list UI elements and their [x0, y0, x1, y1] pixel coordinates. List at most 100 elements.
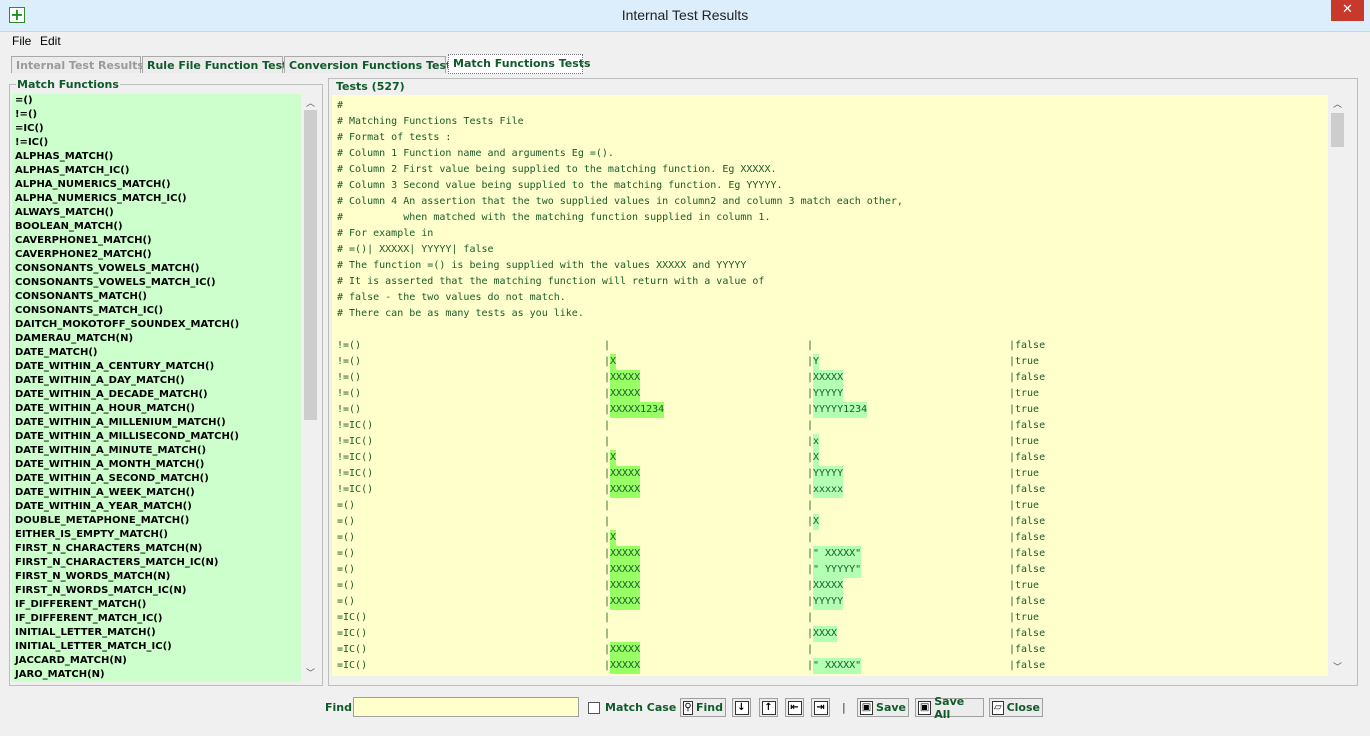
list-item[interactable]: INITIAL_LETTER_MATCH()	[12, 626, 301, 640]
list-item[interactable]: ALPHA_NUMERICS_MATCH()	[12, 178, 301, 192]
list-item[interactable]: BOOLEAN_MATCH()	[12, 220, 301, 234]
test-assertion: false	[1015, 340, 1046, 351]
list-item[interactable]: ALPHAS_MATCH()	[12, 150, 301, 164]
test-assertion: true	[1015, 500, 1040, 511]
list-item[interactable]: EITHER_IS_EMPTY_MATCH()	[12, 528, 301, 542]
test-assertion: true	[1015, 388, 1040, 399]
column-separator: |	[807, 532, 814, 543]
match-functions-list[interactable]: =() !=() =IC() !=IC() ALPHAS_MATCH() ALPHAS_M…	[12, 94, 301, 682]
column-separator: |	[807, 644, 814, 655]
list-item[interactable]: FIRST_N_WORDS_MATCH_IC(N)	[12, 584, 301, 598]
left-scroll-thumb[interactable]	[304, 110, 317, 420]
title-bar: + Internal Test Results ✕	[0, 0, 1370, 32]
column-separator: |	[604, 436, 611, 447]
list-item[interactable]: DATE_WITHIN_A_CENTURY_MATCH()	[12, 360, 301, 374]
list-item[interactable]: DATE_WITHIN_A_SECOND_MATCH()	[12, 472, 301, 486]
scroll-up-icon[interactable]: ︿	[1331, 97, 1344, 110]
list-item[interactable]: ALWAYS_MATCH()	[12, 206, 301, 220]
close-window-button[interactable]: ✕	[1331, 0, 1364, 21]
list-item[interactable]: CONSONANTS_VOWELS_MATCH()	[12, 262, 301, 276]
go-left-button[interactable]: ⇤	[785, 698, 804, 717]
list-item[interactable]: DATE_MATCH()	[12, 346, 301, 360]
test-function: =()	[337, 564, 356, 575]
find-input[interactable]	[353, 697, 579, 717]
scroll-up-icon[interactable]: ︿	[304, 96, 317, 109]
list-item[interactable]: FIRST_N_CHARACTERS_MATCH(N)	[12, 542, 301, 556]
save-all-button[interactable]: ▣ Save All	[915, 695, 984, 721]
list-item[interactable]: =IC()	[12, 122, 301, 136]
list-item[interactable]: DATE_WITHIN_A_DECADE_MATCH()	[12, 388, 301, 402]
comment-line: # Column 2 First value being supplied to…	[337, 164, 777, 175]
list-item[interactable]: FIRST_N_CHARACTERS_MATCH_IC(N)	[12, 556, 301, 570]
test-assertion: false	[1015, 484, 1046, 495]
list-item[interactable]: CONSONANTS_MATCH_IC()	[12, 304, 301, 318]
test-function: =IC()	[337, 628, 368, 639]
list-item[interactable]: DATE_WITHIN_A_WEEK_MATCH()	[12, 486, 301, 500]
left-scrollbar[interactable]: ︿ ﹀	[302, 94, 319, 682]
test-assertion: false	[1015, 532, 1046, 543]
menu-file[interactable]: File	[12, 34, 31, 48]
comment-line: # Column 4 An assertion that the two sup…	[337, 196, 903, 207]
list-item[interactable]: CONSONANTS_VOWELS_MATCH_IC()	[12, 276, 301, 290]
test-value-1: XXXXX	[610, 594, 641, 610]
close-button[interactable]: ▱ Close	[989, 698, 1043, 717]
test-value-1: XXXXX	[610, 546, 641, 562]
test-function: =()	[337, 596, 356, 607]
list-item[interactable]: DAMERAU_MATCH(N)	[12, 332, 301, 346]
list-item[interactable]: DATE_WITHIN_A_MILLENIUM_MATCH()	[12, 416, 301, 430]
arrow-left-icon: ⇤	[787, 700, 802, 715]
test-value-2: X	[813, 514, 820, 530]
column-separator: |	[604, 516, 611, 527]
list-item[interactable]: DATE_WITHIN_A_MONTH_MATCH()	[12, 458, 301, 472]
test-assertion: false	[1015, 644, 1046, 655]
list-item[interactable]: !=()	[12, 108, 301, 122]
list-item[interactable]: FIRST_N_WORDS_MATCH(N)	[12, 570, 301, 584]
match-case-checkbox[interactable]	[588, 702, 600, 714]
list-item[interactable]: JACCARD_MATCH(N)	[12, 654, 301, 668]
list-item[interactable]: CAVERPHONE2_MATCH()	[12, 248, 301, 262]
match-functions-title: Match Functions	[16, 78, 120, 91]
list-item[interactable]: !=IC()	[12, 136, 301, 150]
test-value-1: XXXXX	[610, 370, 641, 386]
list-item[interactable]: DATE_WITHIN_A_DAY_MATCH()	[12, 374, 301, 388]
go-right-button[interactable]: ⇥	[811, 698, 830, 717]
save-button-label: Save	[876, 701, 906, 714]
test-value-1: XXXXX	[610, 642, 641, 658]
list-item[interactable]: INITIAL_LETTER_MATCH_IC()	[12, 640, 301, 654]
list-item[interactable]: DATE_WITHIN_A_MINUTE_MATCH()	[12, 444, 301, 458]
save-all-button-label: Save All	[934, 694, 965, 721]
tab-conversion-functions-tests[interactable]: Conversion Functions Tests	[284, 56, 458, 73]
scroll-down-icon[interactable]: ﹀	[304, 666, 317, 679]
test-function: =()	[337, 516, 356, 527]
list-item[interactable]: CAVERPHONE1_MATCH()	[12, 234, 301, 248]
find-next-down-button[interactable]: ↓	[732, 698, 751, 717]
list-item[interactable]: CONSONANTS_MATCH()	[12, 290, 301, 304]
find-button[interactable]: ⚲ Find	[680, 698, 726, 717]
list-item[interactable]: ALPHAS_MATCH_IC()	[12, 164, 301, 178]
list-item[interactable]: DATE_WITHIN_A_MILLISECOND_MATCH()	[12, 430, 301, 444]
list-item[interactable]: DATE_WITHIN_A_HOUR_MATCH()	[12, 402, 301, 416]
tab-internal-test-results[interactable]: Internal Test Results	[11, 56, 144, 73]
find-previous-up-button[interactable]: ↑	[759, 698, 778, 717]
scroll-down-icon[interactable]: ﹀	[1331, 660, 1344, 673]
save-button[interactable]: ▣ Save	[857, 698, 909, 717]
list-item[interactable]: ALPHA_NUMERICS_MATCH_IC()	[12, 192, 301, 206]
tab-rule-file-function-tests[interactable]: Rule File Function Tests	[142, 56, 294, 73]
test-value-1: XXXXX	[610, 466, 641, 482]
list-item[interactable]: DATE_WITHIN_A_YEAR_MATCH()	[12, 500, 301, 514]
tests-editor[interactable]: # # Matching Functions Tests File # Format…	[332, 95, 1328, 676]
column-separator: |	[604, 340, 611, 351]
test-value-1: XXXXX1234	[610, 402, 665, 418]
tests-scrollbar[interactable]: ︿ ﹀	[1329, 95, 1346, 676]
list-item[interactable]: IF_DIFFERENT_MATCH()	[12, 598, 301, 612]
list-item[interactable]: DAITCH_MOKOTOFF_SOUNDEX_MATCH()	[12, 318, 301, 332]
menu-edit[interactable]: Edit	[40, 34, 61, 48]
column-separator: |	[604, 628, 611, 639]
list-item[interactable]: DOUBLE_METAPHONE_MATCH()	[12, 514, 301, 528]
comment-line: # Column 1 Function name and arguments E…	[337, 148, 614, 159]
list-item[interactable]: =()	[12, 94, 301, 108]
list-item[interactable]: JARO_MATCH(N)	[12, 668, 301, 682]
tab-match-functions-tests[interactable]: Match Functions Tests	[448, 54, 591, 74]
tests-scroll-thumb[interactable]	[1331, 113, 1344, 147]
list-item[interactable]: IF_DIFFERENT_MATCH_IC()	[12, 612, 301, 626]
